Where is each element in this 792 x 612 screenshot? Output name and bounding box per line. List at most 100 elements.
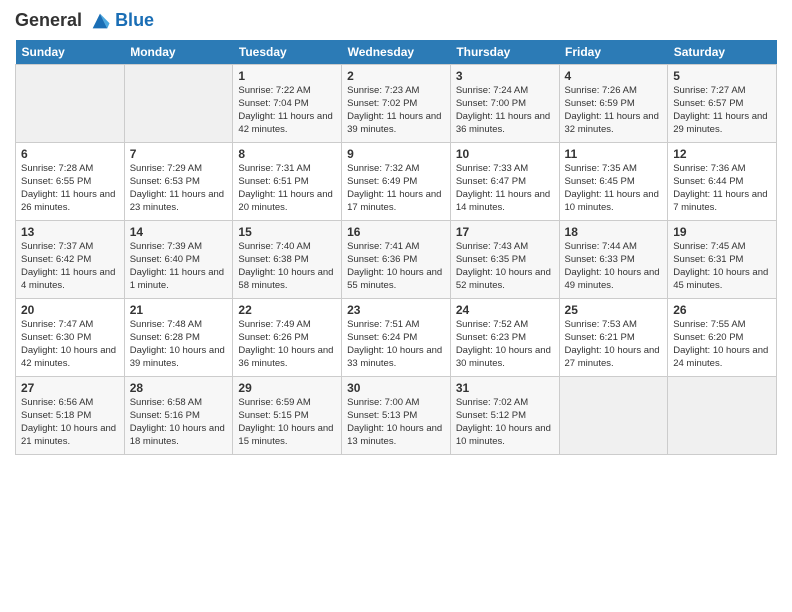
day-number: 11 — [565, 147, 663, 161]
day-number: 30 — [347, 381, 445, 395]
calendar-cell: 22 Sunrise: 7:49 AM Sunset: 6:26 PM Dayli… — [233, 299, 342, 377]
day-number: 17 — [456, 225, 554, 239]
weekday-header-thursday: Thursday — [450, 40, 559, 65]
day-info: Sunrise: 7:49 AM Sunset: 6:26 PM Dayligh… — [238, 319, 336, 370]
weekday-header-sunday: Sunday — [16, 40, 125, 65]
day-info: Sunrise: 7:24 AM Sunset: 7:00 PM Dayligh… — [456, 85, 554, 136]
logo-text: General Blue — [15, 10, 154, 32]
calendar-cell: 8Sunrise: 7:31 AM Sunset: 6:51 PM Daylig… — [233, 143, 342, 221]
weekday-header-saturday: Saturday — [668, 40, 777, 65]
calendar-week-5: 27 Sunrise: 6:56 AM Sunset: 5:18 PM Dayli… — [16, 377, 777, 455]
calendar-week-3: 13 Sunrise: 7:37 AM Sunset: 6:42 PM Dayli… — [16, 221, 777, 299]
day-info: Sunrise: 7:39 AM Sunset: 6:40 PM Dayligh… — [130, 241, 228, 292]
day-info: Sunrise: 7:53 AM Sunset: 6:21 PM Dayligh… — [565, 319, 663, 370]
calendar-cell — [668, 377, 777, 455]
day-info: Sunrise: 7:22 AM Sunset: 7:04 PM Dayligh… — [238, 85, 336, 136]
calendar-cell — [559, 377, 668, 455]
day-info: Sunrise: 7:35 AM Sunset: 6:45 PM Dayligh… — [565, 163, 663, 214]
calendar-cell — [124, 65, 233, 143]
day-number: 6 — [21, 147, 119, 161]
day-number: 23 — [347, 303, 445, 317]
day-info: Sunrise: 7:31 AM Sunset: 6:51 PM Dayligh… — [238, 163, 336, 214]
day-number: 24 — [456, 303, 554, 317]
calendar-cell: 10 Sunrise: 7:33 AM Sunset: 6:47 PM Dayli… — [450, 143, 559, 221]
day-number: 26 — [673, 303, 771, 317]
day-info: Sunrise: 7:23 AM Sunset: 7:02 PM Dayligh… — [347, 85, 445, 136]
calendar-week-4: 20 Sunrise: 7:47 AM Sunset: 6:30 PM Dayli… — [16, 299, 777, 377]
logo: General Blue — [15, 10, 154, 32]
day-info: Sunrise: 7:29 AM Sunset: 6:53 PM Dayligh… — [130, 163, 228, 214]
day-number: 29 — [238, 381, 336, 395]
calendar-cell: 27 Sunrise: 6:56 AM Sunset: 5:18 PM Dayli… — [16, 377, 125, 455]
day-info: Sunrise: 7:40 AM Sunset: 6:38 PM Dayligh… — [238, 241, 336, 292]
calendar-cell: 18Sunrise: 7:44 AM Sunset: 6:33 PM Dayli… — [559, 221, 668, 299]
day-info: Sunrise: 7:43 AM Sunset: 6:35 PM Dayligh… — [456, 241, 554, 292]
calendar-cell: 2 Sunrise: 7:23 AM Sunset: 7:02 PM Daylig… — [342, 65, 451, 143]
calendar-cell: 31 Sunrise: 7:02 AM Sunset: 5:12 PM Dayli… — [450, 377, 559, 455]
day-info: Sunrise: 7:48 AM Sunset: 6:28 PM Dayligh… — [130, 319, 228, 370]
day-number: 13 — [21, 225, 119, 239]
calendar-table: SundayMondayTuesdayWednesdayThursdayFrid… — [15, 40, 777, 455]
day-info: Sunrise: 7:33 AM Sunset: 6:47 PM Dayligh… — [456, 163, 554, 214]
day-info: Sunrise: 6:56 AM Sunset: 5:18 PM Dayligh… — [21, 397, 119, 448]
day-number: 5 — [673, 69, 771, 83]
day-info: Sunrise: 7:27 AM Sunset: 6:57 PM Dayligh… — [673, 85, 771, 136]
calendar-cell: 6 Sunrise: 7:28 AM Sunset: 6:55 PM Daylig… — [16, 143, 125, 221]
day-number: 20 — [21, 303, 119, 317]
calendar-cell: 17 Sunrise: 7:43 AM Sunset: 6:35 PM Dayli… — [450, 221, 559, 299]
day-info: Sunrise: 7:44 AM Sunset: 6:33 PM Dayligh… — [565, 241, 663, 292]
calendar-cell: 15 Sunrise: 7:40 AM Sunset: 6:38 PM Dayli… — [233, 221, 342, 299]
day-info: Sunrise: 7:47 AM Sunset: 6:30 PM Dayligh… — [21, 319, 119, 370]
day-info: Sunrise: 7:32 AM Sunset: 6:49 PM Dayligh… — [347, 163, 445, 214]
calendar-cell: 7Sunrise: 7:29 AM Sunset: 6:53 PM Daylig… — [124, 143, 233, 221]
weekday-header-tuesday: Tuesday — [233, 40, 342, 65]
day-number: 27 — [21, 381, 119, 395]
day-number: 31 — [456, 381, 554, 395]
day-number: 10 — [456, 147, 554, 161]
day-number: 14 — [130, 225, 228, 239]
day-info: Sunrise: 7:26 AM Sunset: 6:59 PM Dayligh… — [565, 85, 663, 136]
day-number: 22 — [238, 303, 336, 317]
header: General Blue — [15, 10, 777, 32]
calendar-cell: 5 Sunrise: 7:27 AM Sunset: 6:57 PM Daylig… — [668, 65, 777, 143]
calendar-cell: 14 Sunrise: 7:39 AM Sunset: 6:40 PM Dayli… — [124, 221, 233, 299]
weekday-header-friday: Friday — [559, 40, 668, 65]
day-info: Sunrise: 7:36 AM Sunset: 6:44 PM Dayligh… — [673, 163, 771, 214]
calendar-cell: 20 Sunrise: 7:47 AM Sunset: 6:30 PM Dayli… — [16, 299, 125, 377]
day-info: Sunrise: 7:52 AM Sunset: 6:23 PM Dayligh… — [456, 319, 554, 370]
day-info: Sunrise: 7:00 AM Sunset: 5:13 PM Dayligh… — [347, 397, 445, 448]
weekday-header-row: SundayMondayTuesdayWednesdayThursdayFrid… — [16, 40, 777, 65]
calendar-cell: 25 Sunrise: 7:53 AM Sunset: 6:21 PM Dayli… — [559, 299, 668, 377]
day-number: 28 — [130, 381, 228, 395]
day-number: 12 — [673, 147, 771, 161]
day-number: 15 — [238, 225, 336, 239]
calendar-cell: 9Sunrise: 7:32 AM Sunset: 6:49 PM Daylig… — [342, 143, 451, 221]
calendar-week-1: 1 Sunrise: 7:22 AM Sunset: 7:04 PM Daylig… — [16, 65, 777, 143]
day-number: 21 — [130, 303, 228, 317]
day-info: Sunrise: 6:59 AM Sunset: 5:15 PM Dayligh… — [238, 397, 336, 448]
calendar-cell: 11 Sunrise: 7:35 AM Sunset: 6:45 PM Dayli… — [559, 143, 668, 221]
calendar-cell: 23Sunrise: 7:51 AM Sunset: 6:24 PM Dayli… — [342, 299, 451, 377]
day-info: Sunrise: 7:28 AM Sunset: 6:55 PM Dayligh… — [21, 163, 119, 214]
calendar-cell: 4 Sunrise: 7:26 AM Sunset: 6:59 PM Daylig… — [559, 65, 668, 143]
day-number: 2 — [347, 69, 445, 83]
day-info: Sunrise: 7:55 AM Sunset: 6:20 PM Dayligh… — [673, 319, 771, 370]
calendar-cell: 13 Sunrise: 7:37 AM Sunset: 6:42 PM Dayli… — [16, 221, 125, 299]
main-container: General Blue SundayMondayTuesdayWednesda… — [0, 0, 792, 465]
calendar-cell: 19Sunrise: 7:45 AM Sunset: 6:31 PM Dayli… — [668, 221, 777, 299]
calendar-cell: 21 Sunrise: 7:48 AM Sunset: 6:28 PM Dayli… — [124, 299, 233, 377]
calendar-cell: 30 Sunrise: 7:00 AM Sunset: 5:13 PM Dayli… — [342, 377, 451, 455]
day-info: Sunrise: 7:41 AM Sunset: 6:36 PM Dayligh… — [347, 241, 445, 292]
calendar-cell: 3Sunrise: 7:24 AM Sunset: 7:00 PM Daylig… — [450, 65, 559, 143]
day-info: Sunrise: 7:37 AM Sunset: 6:42 PM Dayligh… — [21, 241, 119, 292]
weekday-header-wednesday: Wednesday — [342, 40, 451, 65]
calendar-cell: 12 Sunrise: 7:36 AM Sunset: 6:44 PM Dayli… — [668, 143, 777, 221]
day-number: 4 — [565, 69, 663, 83]
day-number: 1 — [238, 69, 336, 83]
day-number: 25 — [565, 303, 663, 317]
day-info: Sunrise: 6:58 AM Sunset: 5:16 PM Dayligh… — [130, 397, 228, 448]
day-info: Sunrise: 7:45 AM Sunset: 6:31 PM Dayligh… — [673, 241, 771, 292]
calendar-cell: 29 Sunrise: 6:59 AM Sunset: 5:15 PM Dayli… — [233, 377, 342, 455]
calendar-cell: 28 Sunrise: 6:58 AM Sunset: 5:16 PM Dayli… — [124, 377, 233, 455]
day-info: Sunrise: 7:02 AM Sunset: 5:12 PM Dayligh… — [456, 397, 554, 448]
